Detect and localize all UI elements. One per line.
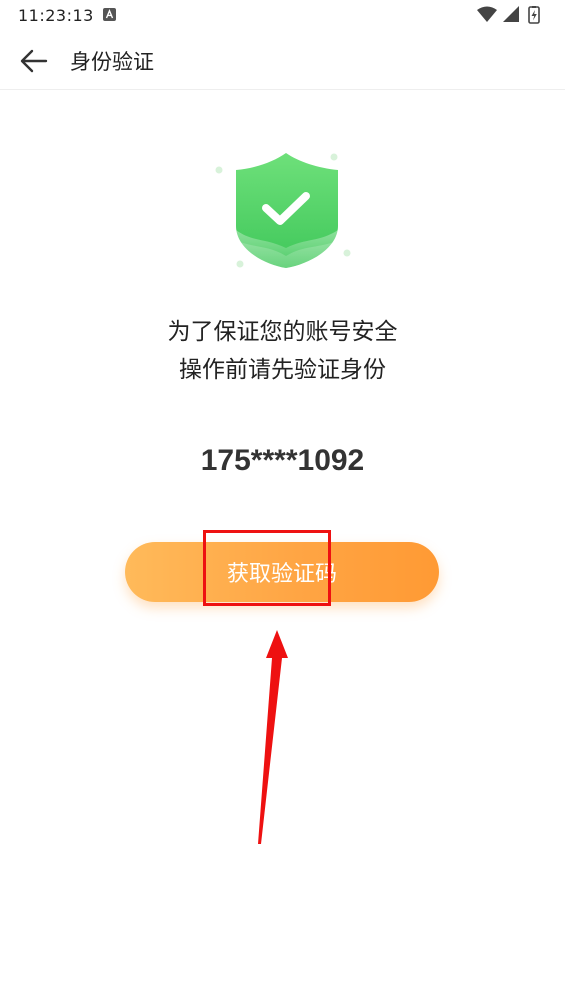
wifi-icon (477, 6, 497, 22)
status-icons (477, 6, 549, 24)
get-verification-code-button[interactable]: 获取验证码 (125, 542, 439, 602)
signal-icon (503, 6, 519, 22)
shield-check-icon (215, 153, 351, 268)
masked-phone-number: 175****1092 (200, 444, 365, 477)
back-button[interactable] (18, 45, 50, 77)
security-message-line2: 操作前请先验证身份 (179, 357, 386, 383)
annotation-arrow-icon (258, 630, 288, 844)
arrow-left-icon (20, 49, 48, 73)
security-message-line1: 为了保证您的账号安全 (167, 319, 398, 345)
page-title: 身份验证 (70, 50, 154, 74)
keyboard-a-icon (103, 8, 116, 21)
battery-charging-icon (528, 6, 540, 24)
status-bar: 11:23:13 (0, 0, 565, 30)
status-time: 11:23:13 (18, 6, 94, 25)
app-header: 身份验证 (0, 30, 565, 90)
shield-illustration (206, 148, 358, 274)
